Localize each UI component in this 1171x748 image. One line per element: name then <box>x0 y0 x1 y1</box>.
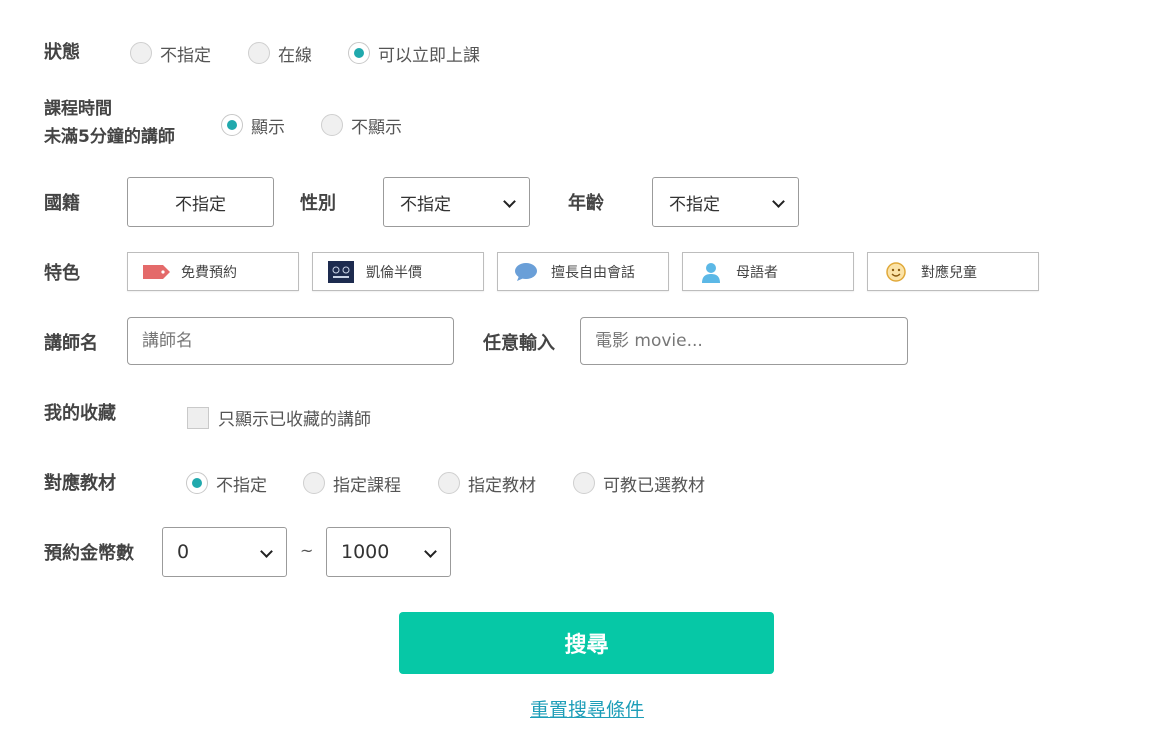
radio-icon <box>248 42 270 64</box>
coins-separator: ~ <box>300 541 314 560</box>
short-lesson-label-line1: 課程時間 <box>44 99 112 119</box>
coins-min-value: 0 <box>177 541 190 563</box>
radio-icon <box>130 42 152 64</box>
materials-radio-unspecified[interactable]: 不指定 <box>186 470 267 496</box>
gender-value: 不指定 <box>400 194 451 215</box>
feature-native-speaker-button[interactable]: 母語者 <box>682 252 854 291</box>
radio-label: 顯示 <box>251 117 285 138</box>
feature-free-conversation-button[interactable]: 擅長自由會話 <box>497 252 669 291</box>
feature-label: 凱倫半價 <box>366 264 422 281</box>
radio-label: 不顯示 <box>351 117 402 138</box>
chevron-down-icon <box>773 197 784 208</box>
materials-label: 對應教材 <box>44 473 116 494</box>
age-select[interactable]: 不指定 <box>652 177 799 227</box>
radio-label: 不指定 <box>216 475 267 496</box>
teacher-name-field[interactable] <box>127 317 454 365</box>
status-radio-unspecified[interactable]: 不指定 <box>130 40 211 66</box>
radio-label: 指定教材 <box>468 475 536 496</box>
coins-max-value: 1000 <box>341 541 390 563</box>
radio-label: 在線 <box>278 45 312 66</box>
radio-label: 可教已選教材 <box>603 475 705 496</box>
radio-icon <box>321 114 343 136</box>
radio-label: 指定課程 <box>333 475 401 496</box>
short-lesson-radio-show[interactable]: 顯示 <box>221 112 285 138</box>
materials-radio-textbook[interactable]: 指定教材 <box>438 470 536 496</box>
teacher-name-label: 講師名 <box>44 333 98 354</box>
radio-icon <box>438 472 460 494</box>
reset-search-link[interactable]: 重置搜尋條件 <box>530 695 644 722</box>
age-value: 不指定 <box>669 194 720 215</box>
feature-label: 對應兒童 <box>921 264 977 281</box>
feature-half-price-button[interactable]: 凱倫半價 <box>312 252 484 291</box>
feature-label: 擅長自由會話 <box>551 264 635 281</box>
coins-min-select[interactable]: 0 <box>162 527 287 577</box>
materials-radio-course[interactable]: 指定課程 <box>303 470 401 496</box>
age-label: 年齡 <box>568 193 604 214</box>
features-label: 特色 <box>44 263 80 284</box>
tag-icon <box>141 261 171 283</box>
status-label: 狀態 <box>44 42 80 63</box>
smiley-icon <box>881 261 911 283</box>
coins-max-select[interactable]: 1000 <box>326 527 451 577</box>
short-lesson-label-line2: 未滿5分鐘的講師 <box>44 127 175 147</box>
materials-radio-selected-textbook[interactable]: 可教已選教材 <box>573 470 705 496</box>
chevron-down-icon <box>504 197 515 208</box>
keyword-input[interactable] <box>581 318 907 364</box>
keyword-field[interactable] <box>580 317 908 365</box>
feature-free-booking-button[interactable]: 免費預約 <box>127 252 299 291</box>
radio-selected-icon <box>348 42 370 64</box>
radio-label: 可以立即上課 <box>378 45 480 66</box>
radio-label: 不指定 <box>160 45 211 66</box>
feature-children-button[interactable]: 對應兒童 <box>867 252 1039 291</box>
radio-icon <box>573 472 595 494</box>
gender-label: 性別 <box>300 193 336 214</box>
status-radio-available-now[interactable]: 可以立即上課 <box>348 40 480 66</box>
chevron-down-icon <box>425 547 436 558</box>
radio-selected-icon <box>221 114 243 136</box>
nationality-select[interactable]: 不指定 <box>127 177 274 227</box>
radio-icon <box>303 472 325 494</box>
gender-select[interactable]: 不指定 <box>383 177 530 227</box>
short-lesson-radio-hide[interactable]: 不顯示 <box>321 112 402 138</box>
speech-bubble-icon <box>511 261 541 283</box>
keyword-label: 任意輸入 <box>483 333 555 354</box>
search-button[interactable]: 搜尋 <box>399 612 774 674</box>
favorites-checkbox[interactable]: 只顯示已收藏的講師 <box>187 405 371 430</box>
nationality-value: 不指定 <box>175 194 226 215</box>
badge-icon <box>326 260 356 283</box>
chevron-down-icon <box>261 547 272 558</box>
status-radio-online[interactable]: 在線 <box>248 40 312 66</box>
checkbox-icon <box>187 406 209 429</box>
person-icon <box>696 261 726 283</box>
favorites-label: 我的收藏 <box>44 403 116 424</box>
coins-label: 預約金幣數 <box>44 543 134 564</box>
radio-selected-icon <box>186 472 208 494</box>
feature-label: 免費預約 <box>181 264 237 281</box>
nationality-label: 國籍 <box>44 193 80 214</box>
teacher-name-input[interactable] <box>128 318 453 364</box>
feature-label: 母語者 <box>736 264 778 281</box>
checkbox-label: 只顯示已收藏的講師 <box>218 410 371 430</box>
